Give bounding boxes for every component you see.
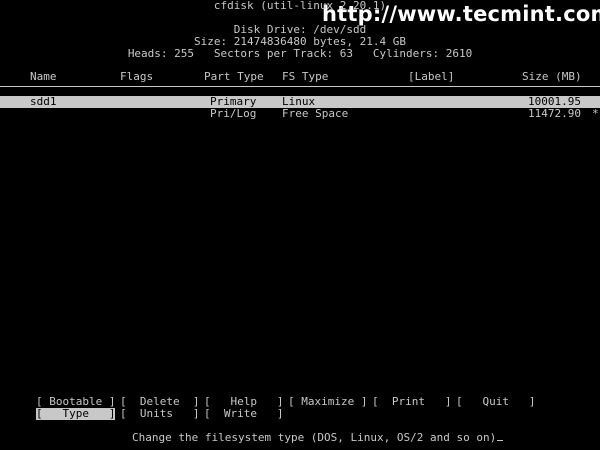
text-cursor xyxy=(497,440,504,441)
partition-part-type: Pri/Log xyxy=(210,107,257,120)
maximize-button[interactable]: [ Maximize ] xyxy=(288,396,367,408)
column-header-name: Name xyxy=(30,70,57,83)
type-button[interactable]: [ Type ] xyxy=(36,408,116,420)
terminal-screen: http://www.tecmint.com cfdisk (util-linu… xyxy=(0,0,600,450)
status-line: Change the filesystem type (DOS, Linux, … xyxy=(132,431,504,444)
write-button[interactable]: [ Write ] xyxy=(204,408,283,420)
column-header-label: [Label] xyxy=(408,70,455,83)
app-title: cfdisk (util-linux 2.20.1) xyxy=(213,0,387,12)
partition-name: sdd1 xyxy=(30,95,57,108)
partition-fs-type: Free Space xyxy=(282,107,349,120)
header-divider xyxy=(0,86,600,87)
units-button[interactable]: [ Units ] xyxy=(120,408,199,420)
partition-marker: * xyxy=(592,107,599,120)
status-text: Change the filesystem type (DOS, Linux, … xyxy=(132,431,497,444)
quit-button[interactable]: [ Quit ] xyxy=(456,396,535,408)
column-header-part-type: Part Type xyxy=(204,70,264,83)
print-button[interactable]: [ Print ] xyxy=(372,396,451,408)
column-header-fs-type: FS Type xyxy=(282,70,329,83)
partition-size: 11472.90 xyxy=(528,107,581,120)
column-header-size: Size (MB) xyxy=(522,70,582,83)
disk-geometry-label: Heads: 255 Sectors per Track: 63 Cylinde… xyxy=(127,47,473,60)
column-header-flags: Flags xyxy=(120,70,154,83)
partition-row[interactable]: Pri/Log Free Space 11472.90 * xyxy=(0,108,600,120)
